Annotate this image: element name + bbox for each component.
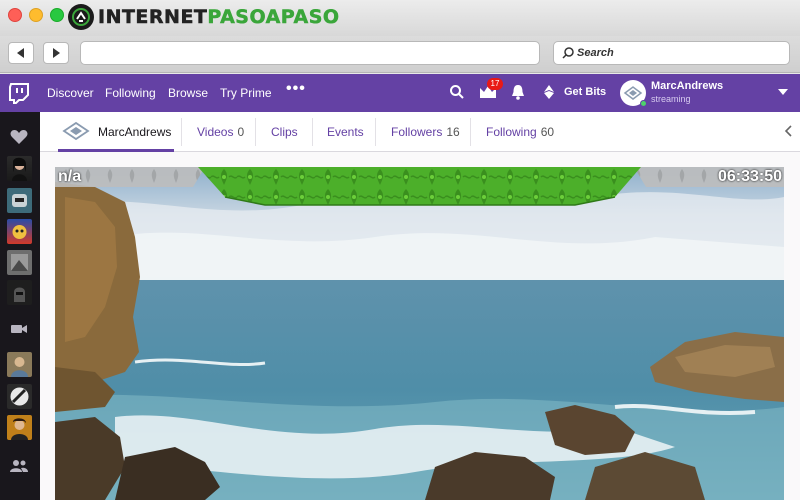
online-status-dot — [640, 100, 647, 107]
tab-videos-count: 0 — [237, 125, 245, 139]
tab-followers-count: 16 — [446, 125, 460, 139]
get-bits-button[interactable]: Get Bits — [564, 86, 606, 98]
nav-discover[interactable]: Discover — [47, 86, 94, 100]
address-bar[interactable] — [80, 41, 540, 65]
nav-following[interactable]: Following — [105, 86, 156, 100]
nav-try-prime[interactable]: Try Prime — [220, 86, 272, 100]
twitch-logo-icon[interactable] — [8, 82, 30, 104]
browser-search-input[interactable]: Search — [553, 41, 790, 65]
stream-video-player[interactable] — [55, 167, 784, 500]
tab-events[interactable]: Events — [327, 125, 364, 139]
divider — [181, 118, 182, 146]
video-frame — [55, 167, 784, 500]
divider — [470, 118, 471, 146]
divider — [255, 118, 256, 146]
channel-name[interactable]: MarcAndrews — [98, 125, 171, 139]
logo-badge-icon — [68, 4, 94, 30]
search-icon[interactable] — [449, 84, 465, 100]
browser-toolbar: Search — [0, 36, 800, 73]
site-watermark-logo: INTERNETPASOAPASO — [68, 3, 340, 31]
tab-videos-label: Videos — [197, 125, 234, 139]
user-status: streaming — [651, 94, 691, 104]
channel-header: MarcAndrews Videos 0 Clips Events Followe… — [40, 112, 800, 152]
tab-clips-label: Clips — [271, 125, 298, 139]
more-options-icon[interactable]: ••• — [286, 80, 306, 98]
window-close-button[interactable] — [8, 8, 22, 22]
followed-channel-avatar[interactable] — [7, 415, 32, 440]
twitch-top-nav: Discover Following Browse Try Prime ••• … — [0, 74, 800, 112]
followed-channel-avatar[interactable] — [7, 219, 32, 244]
arrow-right-icon — [53, 48, 60, 58]
logo-suffix: PASOAPASO — [207, 6, 340, 29]
tab-followers[interactable]: Followers 16 — [391, 125, 460, 139]
back-button[interactable] — [8, 42, 34, 64]
tab-videos[interactable]: Videos 0 — [197, 125, 244, 139]
forward-button[interactable] — [43, 42, 69, 64]
divider — [312, 118, 313, 146]
arrow-left-icon — [17, 48, 24, 58]
chevron-down-icon[interactable] — [778, 88, 788, 96]
tab-events-label: Events — [327, 125, 364, 139]
user-logo-icon — [623, 86, 643, 100]
left-sidebar — [0, 112, 40, 500]
window-maximize-button[interactable] — [50, 8, 64, 22]
tab-following-count: 60 — [540, 125, 555, 139]
followed-channel-avatar[interactable] — [7, 250, 32, 275]
followed-channel-avatar[interactable] — [7, 352, 32, 377]
notification-count-badge: 17 — [487, 78, 503, 90]
channel-logo-icon[interactable] — [62, 121, 90, 141]
video-camera-icon[interactable] — [10, 322, 28, 336]
search-icon — [562, 47, 574, 59]
search-placeholder: Search — [577, 47, 614, 59]
followed-channel-avatar[interactable] — [7, 188, 32, 213]
heart-icon[interactable] — [10, 129, 28, 145]
tab-clips[interactable]: Clips — [271, 125, 298, 139]
bell-icon[interactable] — [511, 84, 525, 100]
followed-channel-avatar[interactable] — [7, 280, 32, 305]
divider — [375, 118, 376, 146]
user-name[interactable]: MarcAndrews — [651, 80, 723, 92]
window-minimize-button[interactable] — [29, 8, 43, 22]
friends-icon[interactable] — [10, 459, 28, 473]
logo-wordmark: INTERNETPASOAPASO — [98, 6, 340, 29]
logo-prefix: INTERNET — [98, 6, 208, 29]
followed-channel-avatar[interactable] — [7, 156, 32, 181]
bits-gem-icon[interactable] — [543, 84, 555, 100]
followed-channel-avatar[interactable] — [7, 384, 32, 409]
nav-browse[interactable]: Browse — [168, 86, 208, 100]
window-titlebar: INTERNETPASOAPASO — [0, 0, 800, 36]
video-overlay-label: n/a — [58, 168, 82, 185]
tab-followers-label: Followers — [391, 125, 443, 139]
video-timer: 06:33:50 — [718, 168, 783, 185]
collapse-arrow-icon[interactable] — [784, 125, 792, 137]
tab-following-label: Following — [486, 125, 537, 139]
tab-following[interactable]: Following 60 — [486, 125, 554, 139]
